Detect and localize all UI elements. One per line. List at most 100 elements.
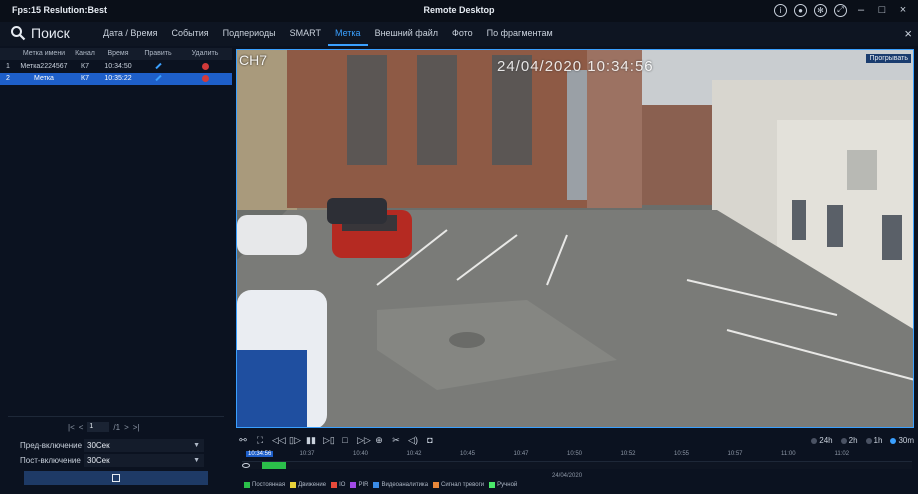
pre-record-label: Пред-включение [20,441,83,450]
legend-label: Ручной [497,482,518,488]
range-1h[interactable]: 1h [865,436,882,445]
table-row[interactable]: 2 Метка К7 10:35:22 [0,73,232,85]
legend-swatch [489,482,496,488]
delete-icon[interactable] [178,61,232,73]
range-label: 24h [819,436,833,445]
timeline-tick-label: 10:37 [299,451,315,457]
video-player[interactable]: CH7 24/04/2020 10:34:56 Прогрывать [236,49,914,428]
step-forward-icon[interactable]: ▷▯ [323,435,335,445]
link-icon[interactable]: ⚯ [238,435,248,445]
row-time: 10:34:50 [104,63,132,70]
header-delete: Удалить [191,50,219,57]
record-icon[interactable]: ● [794,3,807,17]
timeline[interactable]: 10:34:56 10:37 10:40 10:42 10:45 10:47 10:50 10… [242,448,912,469]
audio-icon[interactable]: ◁) [408,435,418,445]
tab-date-time[interactable]: Дата / Время [96,22,165,46]
recording-segment[interactable] [262,462,286,469]
range-label: 2h [848,436,858,445]
range-2h[interactable]: 2h [840,436,858,445]
info-icon[interactable]: i [774,3,787,17]
time-range-selector: 24h 2h 1h 30m [811,436,914,445]
fast-forward-icon[interactable]: ▷▷ [357,435,371,445]
pause-icon[interactable]: ▮▮ [306,435,316,445]
tab-tag[interactable]: Метка [327,22,368,46]
pre-record-value: 30Сек [87,441,110,450]
tab-smart[interactable]: SMART [283,22,328,46]
post-record-label: Пост-включение [20,456,81,465]
range-30m[interactable]: 30m [890,436,914,445]
maximize-icon[interactable]: □ [875,3,889,17]
legend-label: Видеоаналитика [381,482,429,488]
table-row[interactable]: 1 Метка2224567 К7 10:34:50 [0,61,232,73]
tab-events[interactable]: События [165,22,216,46]
control-icons: ⚯ ⛶ ◁◁ ▯▷ ▮▮ ▷▯ □ ▷▷ ⊕ ✂ ◁) ◘ [238,435,435,445]
legend-swatch [350,482,357,488]
header-time: Время [107,50,129,57]
close-search-icon[interactable]: × [904,26,912,41]
radio-icon [811,437,818,444]
row-index: 1 [6,63,10,70]
first-page-button[interactable]: |< [68,423,75,432]
search-icon [11,26,26,41]
tab-subperiods[interactable]: Подпериоды [216,22,283,46]
settings-icon[interactable]: ✻ [814,3,827,17]
table-header: Метка имени Канал Время Править Удалить [0,48,232,60]
legend-item: Постоянная [244,482,285,488]
radio-icon [840,437,847,444]
divider [8,416,224,417]
eye-icon[interactable] [242,463,250,468]
tag-list-panel: Метка имени Канал Время Править Удалить … [0,46,232,494]
tab-fragments[interactable]: По фрагментам [480,22,560,46]
snapshot-icon[interactable]: ◘ [425,435,435,445]
search-label: Поиск [31,25,70,41]
export-icon [112,474,120,482]
cut-icon[interactable]: ✂ [391,435,401,445]
legend-item: PIR [350,482,368,488]
last-page-button[interactable]: >| [133,423,140,432]
timeline-track[interactable] [242,461,912,469]
page-total: /1 [113,422,121,432]
zoom-icon[interactable]: ⊕ [374,435,384,445]
slow-play-icon[interactable]: ▯▷ [289,435,301,445]
play-button[interactable]: Прогрывать [866,54,911,63]
tab-photo[interactable]: Фото [445,22,480,46]
page-number-input[interactable]: 1 [87,422,110,432]
export-button[interactable] [24,471,208,485]
legend-label: Движение [298,482,327,488]
tab-external-file[interactable]: Внешний файл [368,22,445,46]
pre-record-select[interactable]: 30Сек ▼ [84,439,204,452]
delete-icon[interactable] [178,73,232,85]
post-record-value: 30Сек [87,456,110,465]
window-controls: i ● ✻ ⤢ – □ × [774,3,910,17]
next-page-button[interactable]: > [124,423,129,432]
search-header[interactable]: Поиск [10,25,70,41]
minimize-icon[interactable]: – [854,3,868,17]
fullscreen-icon[interactable]: ⤢ [834,3,847,17]
legend-label: PIR [358,482,369,488]
header-channel: Канал [75,50,95,57]
post-record-select[interactable]: 30Сек ▼ [84,454,204,467]
timeline-tick-label: 10:57 [727,451,743,457]
edit-icon[interactable] [138,73,178,85]
row-time: 10:35:22 [104,75,132,82]
stop-icon[interactable]: □ [340,435,350,445]
header-tag-name: Метка имени [22,50,66,57]
chevron-down-icon: ▼ [193,457,200,464]
timeline-tick-label: 10:42 [406,451,422,457]
edit-icon[interactable] [138,61,178,73]
range-24h[interactable]: 24h [811,436,833,445]
rewind-icon[interactable]: ◁◁ [272,435,286,445]
legend-swatch [373,482,380,488]
prev-page-button[interactable]: < [79,423,84,432]
post-record-row: Пост-включение 30Сек ▼ [20,454,204,467]
legend-label: Постоянная [252,482,286,488]
close-icon[interactable]: × [896,3,910,17]
timeline-tick-label: 10:40 [353,451,369,457]
legend-item: Движение [290,482,326,488]
row-index: 2 [6,75,10,82]
fit-screen-icon[interactable]: ⛶ [255,435,265,445]
legend-swatch [244,482,250,488]
row-channel: К7 [81,63,89,70]
radio-icon [865,437,872,444]
channel-osd: CH7 [239,52,268,68]
